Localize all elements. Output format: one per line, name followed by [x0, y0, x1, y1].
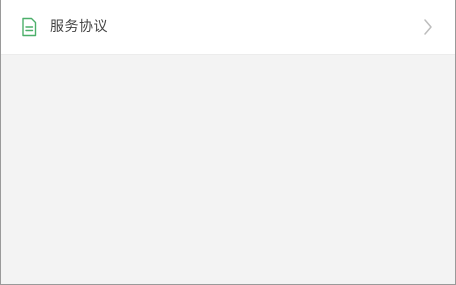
chevron-right-icon [424, 19, 432, 35]
service-agreement-label: 服务协议 [50, 19, 108, 35]
service-agreement-row[interactable]: 服务协议 [1, 0, 455, 55]
document-icon [22, 17, 37, 37]
settings-screen: 服务协议 [0, 0, 456, 285]
